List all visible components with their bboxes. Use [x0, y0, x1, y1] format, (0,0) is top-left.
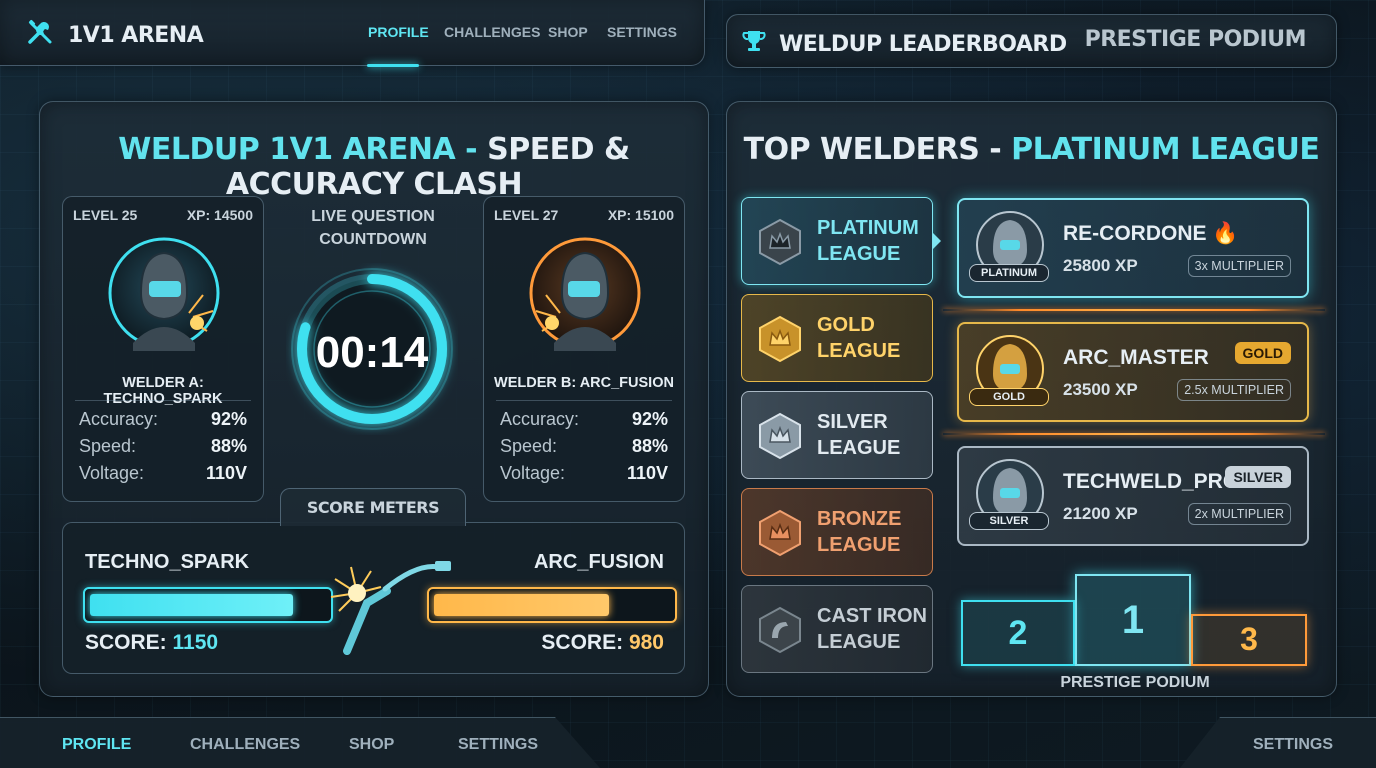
league-gold[interactable]: GOLD LEAGUE: [741, 294, 933, 382]
score-b-track: [427, 587, 677, 623]
podium-first: 1: [1075, 574, 1191, 666]
flame-icon: 🔥: [1212, 222, 1239, 245]
rank-1-name: RE-CORDONE 🔥: [1063, 222, 1239, 245]
leaderboard-panel: TOP WELDERS - PLATINUM LEAGUE PLATINUM L…: [726, 101, 1337, 697]
player-a-stat-accuracy: Accuracy: 92%: [79, 409, 247, 429]
podium-third: 3: [1191, 614, 1307, 666]
brand-title: 1V1 ARENA: [68, 22, 204, 48]
player-a-name: WELDER A: TECHNO_SPARK: [103, 375, 223, 407]
arena-title: WELDUP 1V1 ARENA - SPEED & ACCURACY CLAS…: [40, 132, 708, 202]
welding-torch-icon: [327, 533, 457, 663]
podium-second: 2: [961, 600, 1075, 666]
chevron-right-icon: [932, 232, 941, 250]
rank-3-xp: 21200 XP: [1063, 504, 1138, 523]
player-b-xp: XP: 15100: [607, 207, 674, 223]
divider: [75, 400, 251, 401]
bottom-tab-challenges[interactable]: CHALLENGES: [190, 736, 300, 754]
brand[interactable]: 1V1 ARENA: [26, 18, 204, 52]
rank-3-badge: SILVER: [1225, 466, 1291, 488]
bottom-tab-profile[interactable]: PROFILE: [62, 736, 131, 754]
rank-1-multiplier: 3x MULTIPLIER: [1187, 255, 1291, 277]
player-a-xp: XP: 14500: [186, 207, 253, 223]
tab-challenges[interactable]: CHALLENGES: [444, 24, 540, 40]
cast-iron-icon: [759, 606, 801, 654]
rank-2-name: ARC_MASTER: [1063, 346, 1209, 369]
bottom-tab-shop[interactable]: SHOP: [349, 736, 394, 754]
prestige-podium: 2 1 3: [961, 574, 1309, 670]
trophy-icon: [741, 28, 767, 60]
crown-bronze-icon: [759, 509, 801, 557]
player-b-level: LEVEL 27: [494, 207, 559, 223]
leaderboard-heading: TOP WELDERS - PLATINUM LEAGUE: [743, 132, 1320, 167]
score-b: SCORE: 980: [541, 631, 664, 654]
score-a-track: [83, 587, 333, 623]
crown-gold-icon: [759, 315, 801, 363]
league-cast-iron[interactable]: CAST IRON LEAGUE: [741, 585, 933, 673]
rank-2-badge: GOLD: [1234, 342, 1291, 364]
podium-label: PRESTIGE PODIUM: [1060, 674, 1210, 691]
player-b-card[interactable]: LEVEL 27 XP: 15100 WELDER B: ARC_FUSION …: [483, 196, 685, 502]
arena-title-prefix: WELDUP 1V1 ARENA -: [118, 132, 478, 167]
crown-silver-icon: [759, 412, 801, 460]
player-a-avatar: [101, 233, 227, 359]
score-meters-tab: SCORE METERS: [280, 488, 466, 526]
score-b-fill: [434, 594, 609, 616]
rank-3-tag: SILVER: [969, 512, 1049, 530]
score-meters: TECHNO_SPARK ARC_FUSION SCORE: 1150 SCOR…: [62, 522, 685, 674]
active-tab-indicator: [367, 64, 419, 67]
rank-card-1[interactable]: PLATINUM RE-CORDONE 🔥 25800 XP 3x MULTIP…: [957, 198, 1309, 298]
score-b-name: ARC_FUSION: [533, 551, 664, 573]
player-a-stat-voltage: Voltage: 110V: [79, 463, 247, 483]
leaderboard-bar: WELDUP LEADERBOARD PRESTIGE PODIUM: [726, 14, 1337, 68]
league-bronze[interactable]: BRONZE LEAGUE: [741, 488, 933, 576]
player-b-stat-accuracy: Accuracy: 92%: [500, 409, 668, 429]
player-b-stat-voltage: Voltage: 110V: [500, 463, 668, 483]
rank-2-multiplier: 2.5x MULTIPLIER: [1177, 379, 1291, 401]
score-a-name: TECHNO_SPARK: [85, 551, 250, 573]
player-a-stat-speed: Speed: 88%: [79, 436, 247, 456]
rank-2-xp: 23500 XP: [1063, 380, 1138, 399]
leaderboard-title[interactable]: WELDUP LEADERBOARD: [741, 28, 1067, 60]
league-platinum[interactable]: PLATINUM LEAGUE: [741, 197, 941, 285]
tab-profile[interactable]: PROFILE: [368, 24, 429, 40]
rank-1-tag: PLATINUM: [969, 264, 1049, 282]
rank-2-tag: GOLD: [969, 388, 1049, 406]
prestige-podium-link[interactable]: PRESTIGE PODIUM: [1085, 27, 1307, 52]
bottom-settings-button[interactable]: SETTINGS: [1253, 736, 1333, 754]
player-b-avatar: [522, 233, 648, 359]
rank-card-3[interactable]: SILVER TECHWELD_PRO 21200 XP SILVER 2x M…: [957, 446, 1309, 546]
score-a: SCORE: 1150: [85, 631, 219, 654]
rank-card-2[interactable]: GOLD ARC_MASTER 23500 XP GOLD 2.5x MULTI…: [957, 322, 1309, 422]
score-a-fill: [90, 594, 293, 616]
countdown-label: LIVE QUESTION COUNTDOWN: [311, 208, 435, 248]
bottom-tab-settings[interactable]: SETTINGS: [458, 736, 538, 754]
crown-platinum-icon: [759, 218, 801, 266]
divider: [496, 400, 672, 401]
league-silver[interactable]: SILVER LEAGUE: [741, 391, 933, 479]
rank-1-xp: 25800 XP: [1063, 256, 1138, 275]
leaderboard-title-text: WELDUP LEADERBOARD: [779, 31, 1067, 57]
divider: [943, 433, 1325, 435]
rank-3-multiplier: 2x MULTIPLIER: [1187, 503, 1291, 525]
countdown-time: 00:14: [315, 328, 429, 377]
divider: [943, 309, 1325, 311]
tab-settings[interactable]: SETTINGS: [607, 24, 677, 40]
player-b-stat-speed: Speed: 88%: [500, 436, 668, 456]
player-a-card[interactable]: LEVEL 25 XP: 14500 WELDER A: TECHNO_SPAR…: [62, 196, 264, 502]
tools-icon: [26, 18, 54, 52]
tab-shop[interactable]: SHOP: [548, 24, 588, 40]
rank-3-name: TECHWELD_PRO: [1063, 470, 1240, 493]
player-b-name: WELDER B: ARC_FUSION: [494, 375, 674, 391]
player-a-level: LEVEL 25: [73, 207, 138, 223]
